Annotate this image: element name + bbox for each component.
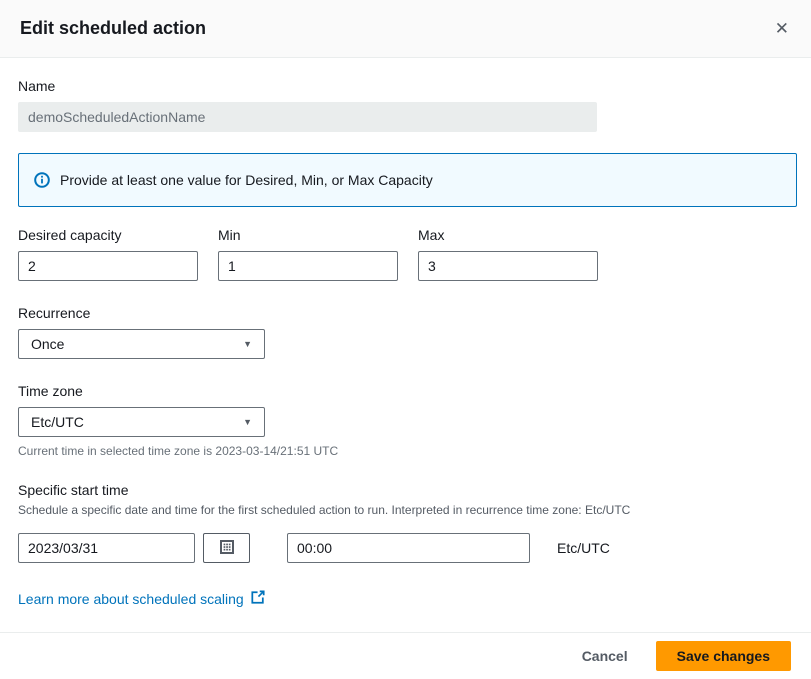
recurrence-select[interactable]: Once ▼ <box>18 329 265 359</box>
external-link-icon <box>251 590 265 607</box>
learn-more-link[interactable]: Learn more about scheduled scaling <box>18 590 265 607</box>
specific-start-time-description: Schedule a specific date and time for th… <box>18 503 793 517</box>
start-time-input[interactable] <box>287 533 530 563</box>
start-date-input[interactable] <box>18 533 195 563</box>
max-capacity-input[interactable] <box>418 251 598 281</box>
max-capacity-field: Max <box>418 227 598 281</box>
timezone-selected-value: Etc/UTC <box>31 414 84 430</box>
learn-more-link-label: Learn more about scheduled scaling <box>18 591 244 607</box>
current-time-caption: Current time in selected time zone is 20… <box>18 444 793 458</box>
cancel-button[interactable]: Cancel <box>582 644 628 668</box>
modal-footer: Cancel Save changes <box>0 632 811 679</box>
desired-capacity-input[interactable] <box>18 251 198 281</box>
info-icon <box>34 172 50 188</box>
info-alert: Provide at least one value for Desired, … <box>18 153 797 207</box>
max-capacity-label: Max <box>418 227 598 243</box>
capacity-row: Desired capacity Min Max <box>18 227 793 281</box>
modal-title: Edit scheduled action <box>20 18 206 39</box>
name-input[interactable] <box>18 102 597 132</box>
datetime-row: Etc/UTC <box>18 533 793 563</box>
timezone-select[interactable]: Etc/UTC ▼ <box>18 407 265 437</box>
calendar-button[interactable] <box>203 533 250 563</box>
alert-text: Provide at least one value for Desired, … <box>60 172 433 188</box>
modal-content: Name Provide at least one value for Desi… <box>0 58 811 632</box>
specific-start-time-section: Specific start time Schedule a specific … <box>18 482 793 563</box>
timezone-field: Time zone Etc/UTC ▼ Current time in sele… <box>18 383 793 458</box>
modal-header: Edit scheduled action ✕ <box>0 0 811 58</box>
name-label: Name <box>18 78 793 94</box>
save-changes-button[interactable]: Save changes <box>656 641 791 671</box>
recurrence-selected-value: Once <box>31 336 64 352</box>
min-capacity-field: Min <box>218 227 398 281</box>
close-icon[interactable]: ✕ <box>773 16 791 41</box>
min-capacity-label: Min <box>218 227 398 243</box>
timezone-suffix: Etc/UTC <box>557 540 610 556</box>
timezone-label: Time zone <box>18 383 793 399</box>
recurrence-field: Recurrence Once ▼ <box>18 305 793 359</box>
caret-down-icon: ▼ <box>243 418 252 427</box>
specific-start-time-label: Specific start time <box>18 482 793 498</box>
desired-capacity-label: Desired capacity <box>18 227 198 243</box>
edit-scheduled-action-modal: Edit scheduled action ✕ Name Provide at … <box>0 0 811 679</box>
caret-down-icon: ▼ <box>243 340 252 349</box>
min-capacity-input[interactable] <box>218 251 398 281</box>
recurrence-label: Recurrence <box>18 305 793 321</box>
calendar-icon <box>219 539 235 558</box>
desired-capacity-field: Desired capacity <box>18 227 198 281</box>
